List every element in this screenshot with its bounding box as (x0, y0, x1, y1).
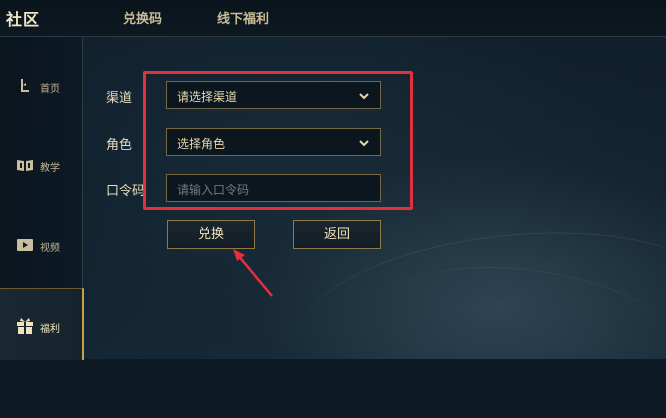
sidebar-item-label: 首页 (40, 84, 60, 95)
annotation-highlight-box (143, 71, 413, 210)
channel-label: 渠道 (106, 91, 133, 106)
home-icon (16, 77, 34, 95)
back-button[interactable]: 返回 (293, 220, 381, 249)
sidebar-item-label: 视频 (40, 243, 60, 254)
tab-redeem-code[interactable]: 兑换码 (123, 8, 162, 27)
app-title: 社区 (6, 10, 41, 29)
sidebar-item-label: 福利 (40, 324, 60, 335)
sidebar: 首页 教学 视频 福利 (0, 37, 84, 360)
sidebar-item-tutorial[interactable]: 教学 (0, 129, 82, 199)
top-bar: 社区 兑换码 线下福利 (0, 0, 666, 37)
sidebar-item-benefits[interactable]: 福利 (0, 288, 84, 360)
code-label: 口令码 (106, 184, 146, 199)
sidebar-item-video[interactable]: 视频 (0, 209, 82, 279)
book-icon (16, 156, 34, 174)
redeem-button[interactable]: 兑换 (167, 220, 255, 249)
tab-offline-benefits[interactable]: 线下福利 (217, 8, 269, 27)
sidebar-item-home[interactable]: 首页 (0, 47, 82, 117)
role-label: 角色 (106, 138, 133, 153)
video-icon (16, 236, 34, 254)
sidebar-item-label: 教学 (40, 163, 60, 174)
annotation-arrow (233, 249, 273, 297)
gift-icon (16, 317, 34, 335)
